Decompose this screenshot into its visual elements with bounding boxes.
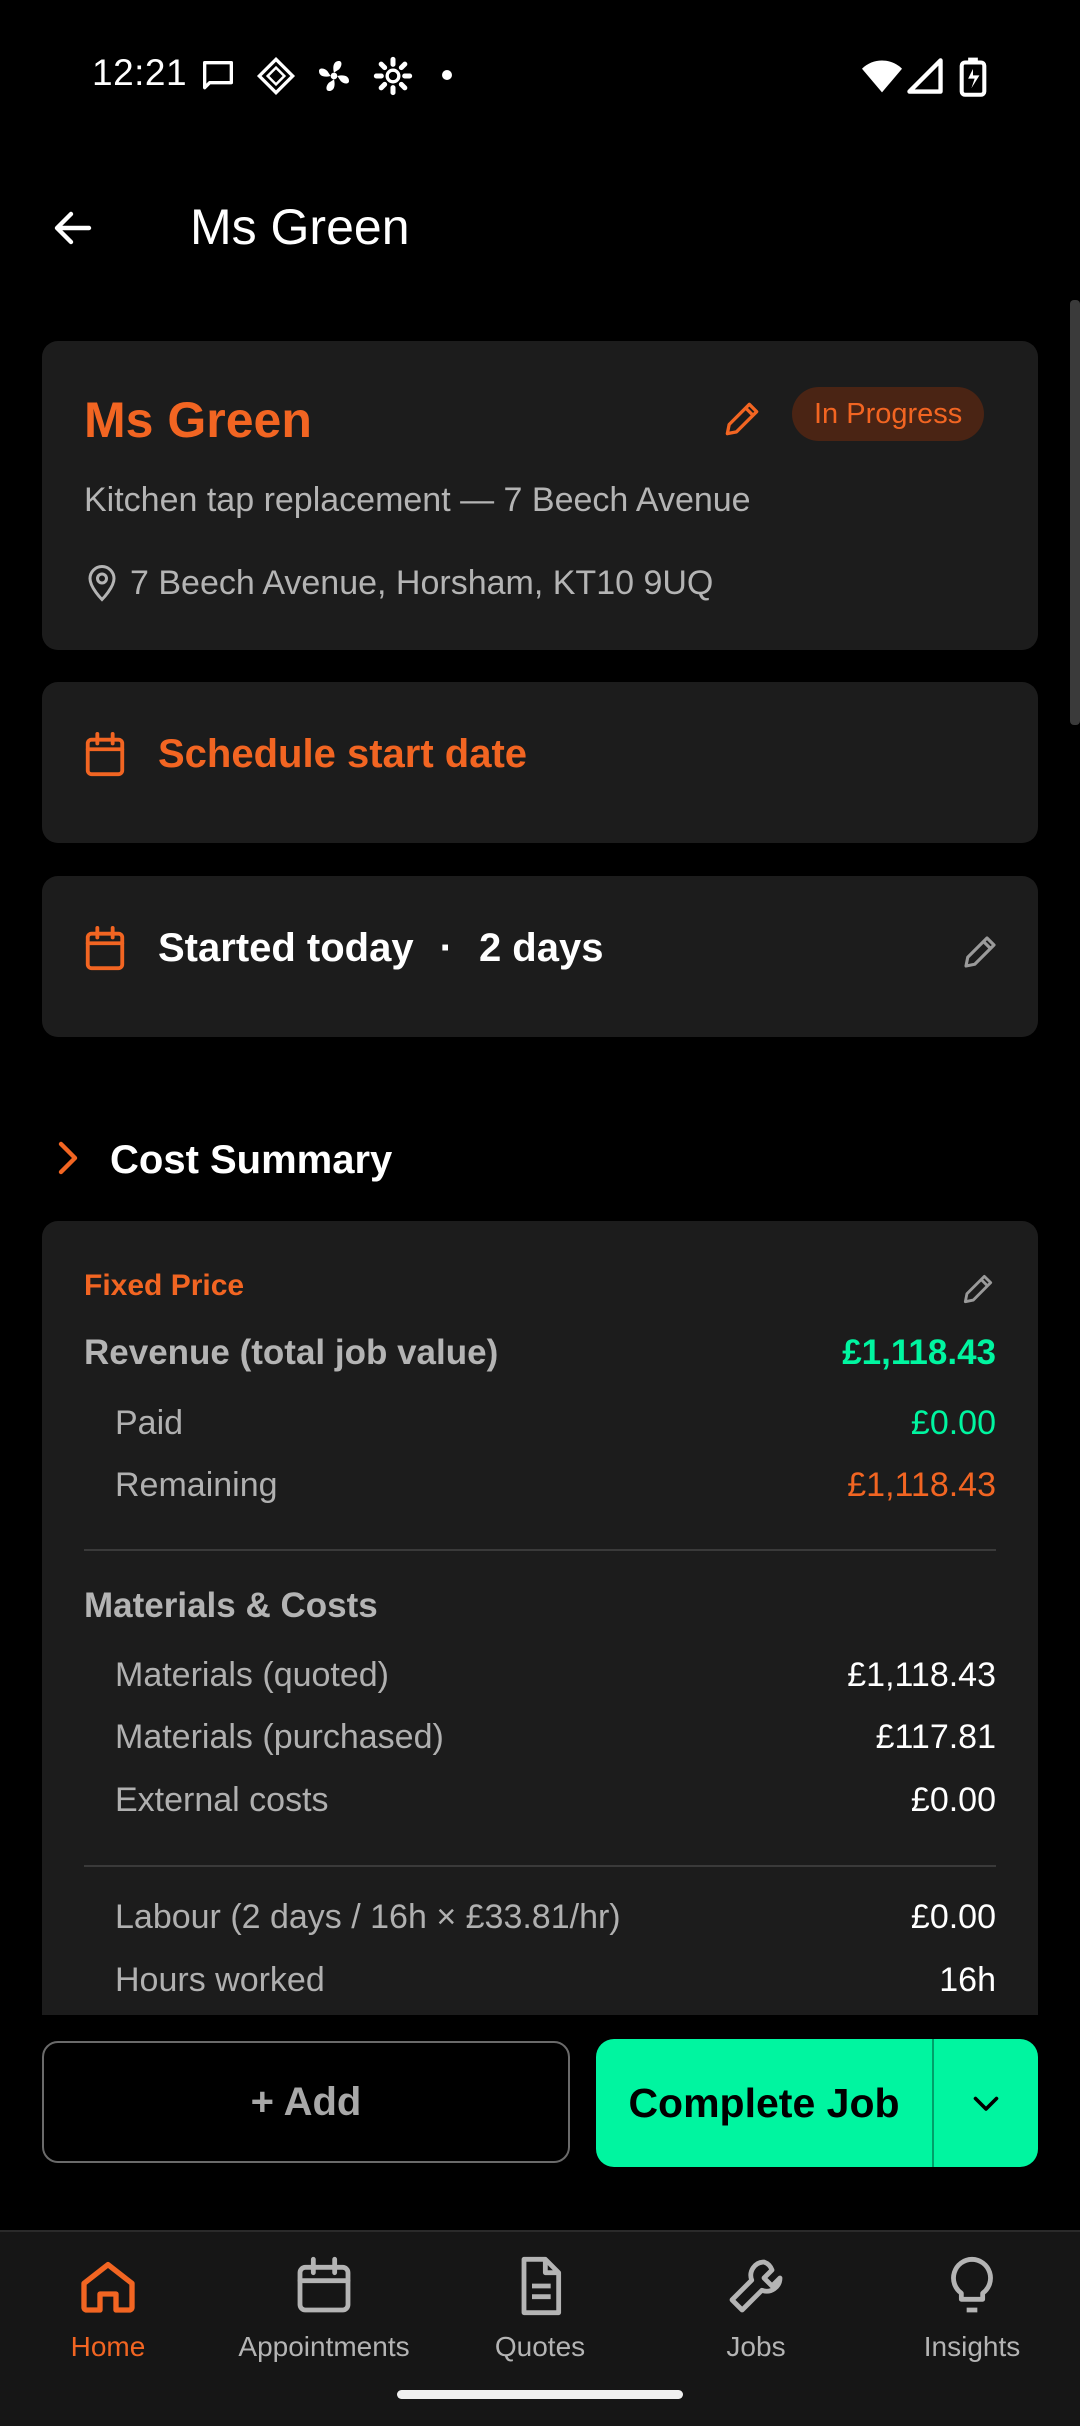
calendar-icon: [297, 2256, 351, 2313]
nav-item-quotes[interactable]: Quotes: [432, 2254, 648, 2363]
started-card: Started today · 2 days: [42, 876, 1038, 1037]
battery-icon: [959, 57, 987, 97]
message-icon: [203, 61, 233, 90]
nav-label-quotes: Quotes: [494, 2331, 586, 2362]
status-badge: In Progress: [792, 387, 985, 441]
nav-label-appointments: Appointments: [238, 2331, 410, 2362]
schedule-start-date-card[interactable]: Schedule start date: [42, 682, 1038, 843]
cost-summary-card: Fixed Price Revenue (total job value) £1…: [42, 1221, 1038, 2081]
job-description: Kitchen tap replacement — 7 Beech Avenue: [84, 481, 751, 519]
materials-quoted-label: Materials (quoted): [115, 1656, 390, 1694]
page-title: Ms Green: [190, 199, 410, 255]
bottom-action-bar: + Add Complete Job: [0, 2015, 1080, 2235]
app-icon: [256, 56, 296, 96]
divider: [84, 1549, 996, 1551]
nav-label-insights: Insights: [923, 2331, 1021, 2362]
arrow-left-icon: [54, 211, 92, 245]
materials-purchased-label: Materials (purchased): [115, 1718, 444, 1756]
edit-start-button[interactable]: [950, 922, 1010, 982]
add-button[interactable]: + Add: [42, 2041, 570, 2163]
paid-label: Paid: [115, 1404, 184, 1442]
edit-job-button[interactable]: [712, 389, 772, 449]
back-button[interactable]: [40, 195, 106, 261]
calendar-icon: [85, 926, 125, 971]
remaining-value: £1,118.43: [847, 1466, 996, 1504]
status-bar: 12:21: [0, 0, 1080, 150]
nav-label-home: Home: [70, 2331, 146, 2362]
settings-icon: [373, 56, 413, 96]
cost-summary-toggle[interactable]: Cost Summary: [42, 1130, 542, 1190]
lightbulb-icon: [951, 2256, 993, 2313]
wifi-icon: [862, 60, 902, 93]
fan-icon: [319, 61, 349, 91]
pencil-icon: [725, 402, 759, 436]
started-label: Started today: [158, 926, 414, 970]
calendar-icon: [85, 732, 125, 777]
document-icon: [521, 2256, 562, 2316]
location-pin-icon: [88, 565, 116, 602]
separator: ·: [439, 926, 453, 970]
pencil-icon: [963, 1274, 993, 1304]
schedule-label: Schedule start date: [158, 732, 528, 776]
nav-item-appointments[interactable]: Appointments: [216, 2254, 432, 2363]
revenue-value: £1,118.43: [842, 1333, 996, 1372]
materials-purchased-value: £117.81: [875, 1718, 996, 1756]
nav-item-insights[interactable]: Insights: [864, 2254, 1080, 2363]
wrench-icon: [729, 2259, 783, 2313]
external-costs-value: £0.00: [910, 1781, 996, 1819]
cost-summary-title: Cost Summary: [110, 1138, 393, 1182]
materials-heading: Materials & Costs: [84, 1586, 378, 1625]
nav-item-jobs[interactable]: Jobs: [648, 2254, 864, 2363]
status-time: 12:21: [92, 52, 188, 93]
revenue-label: Revenue (total job value): [84, 1333, 499, 1372]
cell-signal-icon: [907, 58, 943, 94]
job-info-card: Ms Green In Progress Kitchen tap replace…: [42, 341, 1038, 650]
labour-value: £0.00: [910, 1898, 996, 1936]
pencil-icon: [964, 936, 996, 968]
edit-pricing-button[interactable]: [950, 1261, 1006, 1317]
dot-icon: [442, 70, 452, 80]
materials-quoted-value: £1,118.43: [847, 1656, 996, 1694]
client-name: Ms Green: [84, 392, 312, 448]
chevron-right-icon: [58, 1141, 78, 1175]
paid-value: £0.00: [910, 1404, 996, 1442]
nav-label-jobs: Jobs: [726, 2331, 786, 2362]
home-icon: [81, 2262, 135, 2313]
hours-worked-label: Hours worked: [115, 1961, 325, 1999]
remaining-label: Remaining: [115, 1466, 278, 1504]
chevron-down-icon: [973, 2096, 999, 2111]
duration-label: 2 days: [478, 926, 604, 970]
hours-worked-value: 16h: [939, 1961, 996, 1999]
home-indicator[interactable]: [397, 2390, 683, 2399]
labour-label: Labour (2 days / 16h × £33.81/hr): [115, 1898, 621, 1936]
divider: [84, 1865, 996, 1867]
complete-options-button[interactable]: [934, 2039, 1038, 2167]
nav-item-home[interactable]: Home: [0, 2254, 216, 2363]
job-address: 7 Beech Avenue, Horsham, KT10 9UQ: [130, 564, 714, 602]
pricing-type: Fixed Price: [84, 1269, 245, 1302]
complete-job-button[interactable]: Complete Job: [596, 2039, 932, 2167]
external-costs-label: External costs: [115, 1781, 329, 1819]
scrollbar[interactable]: [1070, 300, 1080, 725]
